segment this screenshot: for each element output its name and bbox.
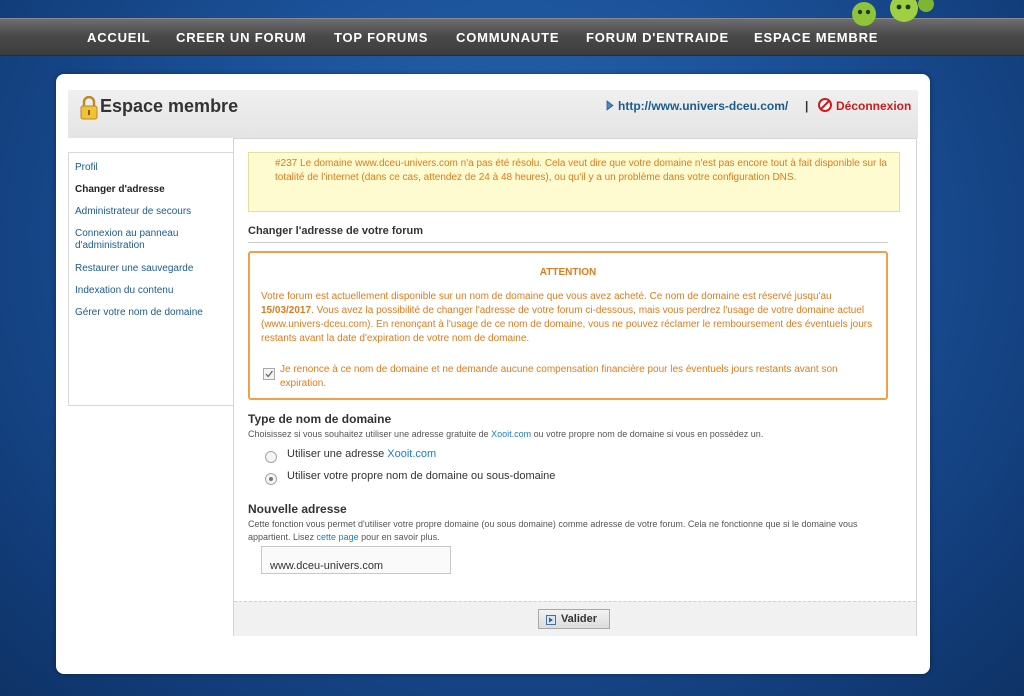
sidebar-item-indexation[interactable]: Indexation du contenu [75,285,173,297]
sidebar-item-nom-domaine[interactable]: Gérer votre nom de domaine [75,307,203,319]
sidebar-item-restaurer[interactable]: Restaurer une sauvegarde [75,263,193,275]
expiry-date: 15/03/2017 [261,305,312,316]
validate-button[interactable]: Valider [538,609,610,629]
page-title: Espace membre [100,96,239,116]
radio-own-domain-label: Utiliser votre propre nom de domaine ou … [287,470,556,482]
domain-type-desc-end: ou votre propre nom de domaine si vous e… [531,429,764,439]
main-panel: Espace membre http://www.univers-dceu.co… [56,74,930,674]
new-address-title: Nouvelle adresse [248,502,347,516]
nav-communaute[interactable]: COMMUNAUTE [456,19,559,55]
radio-xooit-label: Utiliser une adresse Xooit.com [287,448,436,460]
domain-type-desc-start: Choisissez si vous souhaitez utiliser un… [248,429,492,439]
content-area: #237 Le domaine www.dceu-univers.com n'a… [233,138,917,636]
header-separator: | [805,99,809,113]
logout-icon [818,98,832,112]
section-title: Changer l'adresse de votre forum [248,225,888,243]
renounce-checkbox[interactable] [263,368,275,380]
help-page-link[interactable]: cette page [317,532,359,542]
attention-title: ATTENTION [539,267,597,278]
attention-body-end: . Vous avez la possibilité de changer l'… [261,305,873,344]
attention-body-start: Votre forum est actuellement disponible … [261,291,832,302]
nav-top-forums[interactable]: TOP FORUMS [334,19,428,55]
sidebar-item-changer-adresse[interactable]: Changer d'adresse [75,184,165,196]
new-address-desc-end: pour en savoir plus. [358,532,440,542]
lock-icon [80,96,98,120]
validate-icon [546,615,556,625]
validate-label: Valider [560,613,598,625]
dns-warning-box: #237 Le domaine www.dceu-univers.com n'a… [248,152,900,212]
form-footer: Valider [234,601,916,636]
site-url-link[interactable]: http://www.univers-dceu.com/ [618,99,788,113]
new-address-input[interactable] [261,546,451,574]
sidebar-item-profil[interactable]: Profil [75,162,98,174]
mascot-icon [852,0,934,26]
sidebar: Profil Changer d'adresse Administrateur … [68,152,235,406]
dns-warning-text: #237 Le domaine www.dceu-univers.com n'a… [275,158,887,183]
nav-forum-entraide[interactable]: FORUM D'ENTRAIDE [586,19,729,55]
domain-type-title: Type de nom de domaine [248,412,392,426]
checkmark-icon [265,370,274,378]
new-address-desc: Cette fonction vous permet d'utiliser vo… [248,518,888,544]
arrow-right-icon [606,100,614,111]
logout-link[interactable]: Déconnexion [836,99,911,113]
radio-xooit-text: Utiliser une adresse [287,448,388,460]
radio-xooit[interactable] [265,451,277,463]
radio-own-domain[interactable] [265,473,277,485]
xooit-link[interactable]: Xooit.com [491,429,531,439]
attention-body: Votre forum est actuellement disponible … [261,290,879,346]
radio-xooit-link[interactable]: Xooit.com [387,448,436,460]
nav-creer-forum[interactable]: CREER UN FORUM [176,19,306,55]
sidebar-item-admin-secours[interactable]: Administrateur de secours [75,206,191,218]
renounce-label: Je renonce à ce nom de domaine et ne dem… [280,364,838,389]
attention-box: ATTENTION Votre forum est actuellement d… [248,251,888,400]
sidebar-item-connexion-panneau[interactable]: Connexion au panneau d'administration [75,228,195,252]
radio-selected-dot [269,477,273,481]
domain-type-desc: Choisissez si vous souhaitez utiliser un… [248,428,763,441]
nav-accueil[interactable]: ACCUEIL [87,19,150,55]
panel-header: Espace membre http://www.univers-dceu.co… [68,90,918,138]
